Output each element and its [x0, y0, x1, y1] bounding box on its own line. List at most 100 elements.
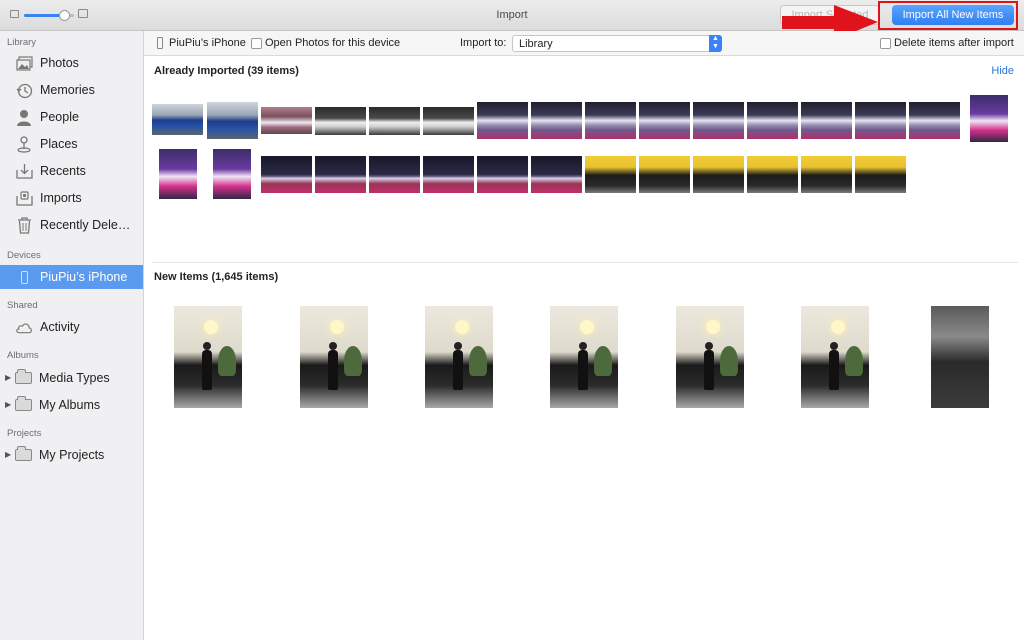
imported-photo-thumbnail[interactable] — [423, 156, 474, 193]
sidebar-item-label: Recents — [40, 164, 86, 178]
sidebar-item-label: Photos — [40, 56, 79, 70]
imported-photo-thumbnail[interactable] — [159, 149, 197, 199]
imported-photo-thumbnail[interactable] — [369, 107, 420, 135]
new-photo-thumbnail[interactable] — [931, 306, 989, 408]
device-name: PiuPiu’s iPhone — [169, 37, 246, 49]
sidebar-item-label: Imports — [40, 191, 82, 205]
folder-icon — [14, 396, 32, 414]
iphone-icon — [157, 37, 163, 49]
imported-photo-thumbnail[interactable] — [261, 107, 312, 134]
library-heading: Library — [7, 37, 37, 48]
disclosure-triangle-icon[interactable]: ▶ — [5, 400, 11, 409]
import-to-value: Library — [519, 38, 553, 50]
trash-icon — [15, 216, 33, 234]
new-photo-thumbnail[interactable] — [300, 306, 368, 408]
sidebar-item-memories[interactable]: Memories — [0, 78, 143, 102]
sidebar-item-label: Memories — [40, 83, 95, 97]
memories-icon — [15, 81, 33, 99]
imported-photo-thumbnail[interactable] — [693, 156, 744, 193]
sidebar-item-recently-deleted[interactable]: Recently Deleted — [0, 213, 143, 237]
new-photo-thumbnail[interactable] — [174, 306, 242, 408]
chevron-updown-icon: ▲ ▼ — [709, 35, 722, 52]
devices-heading: Devices — [7, 250, 41, 261]
imported-photo-thumbnail[interactable] — [369, 156, 420, 193]
imported-photo-thumbnail[interactable] — [693, 102, 744, 139]
sidebar: Library Photos Memories People Places Re… — [0, 31, 144, 640]
open-photos-checkbox[interactable] — [251, 38, 262, 49]
imported-photo-thumbnail[interactable] — [152, 104, 203, 135]
sidebar-item-label: Places — [40, 137, 78, 151]
imported-photo-thumbnail[interactable] — [585, 102, 636, 139]
import-content: Already Imported (39 items) Hide New Ite… — [144, 56, 1024, 640]
new-items-title: New Items (1,645 items) — [154, 271, 279, 283]
imports-icon — [15, 189, 33, 207]
delete-after-import-checkbox[interactable] — [880, 38, 891, 49]
projects-heading: Projects — [7, 428, 42, 439]
import-to-select[interactable]: Library ▲ ▼ — [512, 35, 722, 52]
shared-heading: Shared — [7, 300, 38, 311]
imported-photo-thumbnail[interactable] — [639, 156, 690, 193]
new-photo-thumbnail[interactable] — [425, 306, 493, 408]
imported-photo-thumbnail[interactable] — [801, 102, 852, 139]
imported-photo-thumbnail[interactable] — [315, 107, 366, 135]
imported-photo-thumbnail[interactable] — [855, 102, 906, 139]
people-icon — [15, 108, 33, 126]
sidebar-item-places[interactable]: Places — [0, 132, 143, 156]
imported-photo-thumbnail[interactable] — [747, 102, 798, 139]
cloud-icon — [15, 318, 33, 336]
new-photo-thumbnail[interactable] — [550, 306, 618, 408]
import-to-label: Import to: — [460, 37, 507, 49]
folder-icon — [14, 446, 32, 464]
imported-photo-thumbnail[interactable] — [477, 102, 528, 139]
sidebar-item-media-types[interactable]: ▶ Media Types — [0, 366, 143, 390]
imported-photo-thumbnail[interactable] — [747, 156, 798, 193]
imported-photo-thumbnail[interactable] — [531, 102, 582, 139]
photos-icon — [15, 54, 33, 72]
sidebar-item-photos[interactable]: Photos — [0, 51, 143, 75]
sidebar-item-label: People — [40, 110, 79, 124]
sidebar-item-activity[interactable]: Activity — [0, 315, 143, 339]
new-photo-thumbnail[interactable] — [676, 306, 744, 408]
folder-icon — [14, 369, 32, 387]
sidebar-item-label: My Albums — [39, 398, 101, 412]
recents-icon — [15, 162, 33, 180]
hide-link[interactable]: Hide — [991, 65, 1014, 77]
red-highlight-box — [878, 1, 1018, 30]
albums-heading: Albums — [7, 350, 39, 361]
disclosure-triangle-icon[interactable]: ▶ — [5, 450, 11, 459]
imported-photo-thumbnail[interactable] — [207, 102, 258, 139]
imported-photo-thumbnail[interactable] — [909, 102, 960, 139]
imported-photo-thumbnail[interactable] — [585, 156, 636, 193]
sidebar-item-people[interactable]: People — [0, 105, 143, 129]
import-toolbar: PiuPiu’s iPhone Open Photos for this dev… — [144, 31, 1024, 56]
imported-photo-thumbnail[interactable] — [801, 156, 852, 193]
iphone-icon — [15, 268, 33, 286]
imported-photo-thumbnail[interactable] — [855, 156, 906, 193]
title-bar: Import Import Selected Import All New It… — [0, 0, 1024, 40]
sidebar-item-label: Recently Deleted — [40, 218, 132, 232]
sidebar-item-label: PiuPiu’s iPhone — [40, 270, 128, 284]
sidebar-item-label: Media Types — [39, 371, 110, 385]
disclosure-triangle-icon[interactable]: ▶ — [5, 373, 11, 382]
imported-photo-thumbnail[interactable] — [261, 156, 312, 193]
open-photos-label: Open Photos for this device — [265, 37, 401, 49]
sidebar-item-recents[interactable]: Recents — [0, 159, 143, 183]
already-imported-title: Already Imported (39 items) — [154, 65, 299, 77]
imported-photo-thumbnail[interactable] — [531, 156, 582, 193]
imported-photo-thumbnail[interactable] — [315, 156, 366, 193]
imported-photo-thumbnail[interactable] — [423, 107, 474, 135]
sidebar-item-my-projects[interactable]: ▶ My Projects — [0, 443, 143, 467]
imported-photo-thumbnail[interactable] — [639, 102, 690, 139]
sidebar-item-label: Activity — [40, 320, 80, 334]
sidebar-item-iphone[interactable]: PiuPiu’s iPhone — [0, 265, 143, 289]
sidebar-item-my-albums[interactable]: ▶ My Albums — [0, 393, 143, 417]
imported-photo-thumbnail[interactable] — [970, 95, 1008, 142]
imported-photo-thumbnail[interactable] — [213, 149, 251, 199]
sidebar-item-imports[interactable]: Imports — [0, 186, 143, 210]
section-divider — [152, 262, 1018, 263]
delete-after-import-label: Delete items after import — [894, 37, 1014, 49]
imported-photo-thumbnail[interactable] — [477, 156, 528, 193]
new-photo-thumbnail[interactable] — [801, 306, 869, 408]
sidebar-item-label: My Projects — [39, 448, 105, 462]
places-icon — [15, 135, 33, 153]
